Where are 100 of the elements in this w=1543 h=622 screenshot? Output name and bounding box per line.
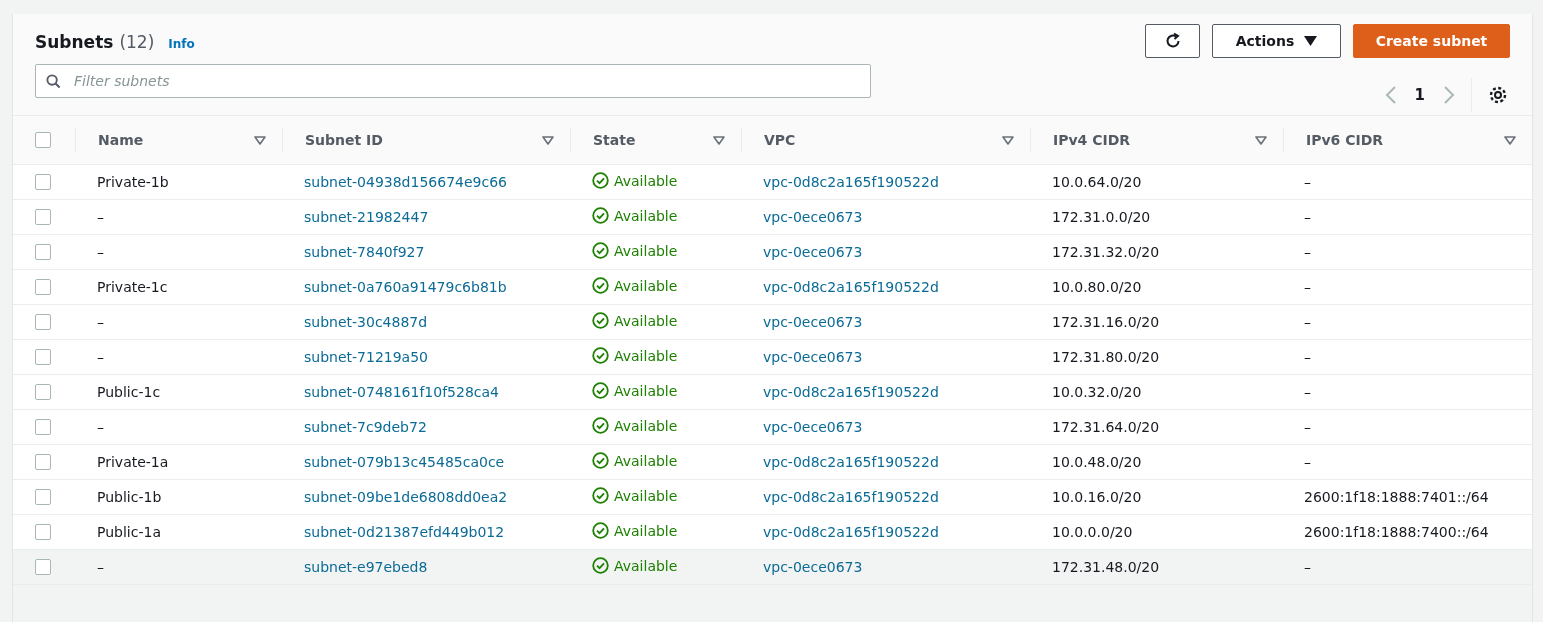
table-cell: Public-1b [97,489,162,505]
next-page-icon[interactable] [1443,86,1455,104]
select-all-checkbox[interactable] [35,132,51,148]
row-checkbox[interactable] [35,454,51,470]
subnet-id-link[interactable]: subnet-30c4887d [304,314,428,330]
vpc-link[interactable]: vpc-0ece0673 [763,244,863,260]
table-cell: – [97,559,104,575]
table-cell: Public-1c [97,384,161,400]
table-cell: 172.31.80.0/20 [1052,349,1160,365]
subnet-id-link[interactable]: subnet-0a760a91479c6b81b [304,279,507,295]
status-text: Available [614,522,678,539]
subnet-id-link[interactable]: subnet-21982447 [304,209,429,225]
sort-icon[interactable] [1255,135,1267,145]
table-cell: – [1304,349,1311,365]
table-cell: – [97,349,104,365]
actions-button[interactable]: Actions [1212,24,1341,58]
status-text: Available [614,557,678,574]
previous-page-icon[interactable] [1384,86,1397,104]
search-field[interactable]: Filter subnets [35,64,871,98]
table-cell: 10.0.16.0/20 [1052,489,1142,505]
subnet-id-link[interactable]: subnet-04938d156674e9c66 [304,174,507,190]
subnet-id-link[interactable]: subnet-e97ebed8 [304,559,428,575]
subnet-id-link[interactable]: subnet-079b13c45485ca0ce [304,454,505,470]
table-cell: Private-1c [97,279,168,295]
sort-icon[interactable] [1002,135,1014,145]
table-cell: 172.31.0.0/20 [1052,209,1151,225]
status-text: Available [614,207,678,224]
subnet-id-link[interactable]: subnet-71219a50 [304,349,428,365]
table-cell: – [1304,559,1311,575]
table-cell: 172.31.64.0/20 [1052,419,1160,435]
table-cell: Private-1b [97,174,169,190]
vpc-link[interactable]: vpc-0ece0673 [763,314,863,330]
table-cell: – [97,209,104,225]
row-checkbox[interactable] [35,209,51,225]
row-checkbox[interactable] [35,559,51,575]
subnet-id-link[interactable]: subnet-7840f927 [304,244,425,260]
status-text: Available [614,452,678,469]
status-text: Available [614,487,678,504]
vpc-link[interactable]: vpc-0ece0673 [763,209,863,225]
row-checkbox[interactable] [35,349,51,365]
status-text: Available [614,382,678,399]
sort-icon[interactable] [1504,135,1516,145]
status-text: Available [614,242,678,259]
subnet-id-link[interactable]: subnet-0748161f10f528ca4 [304,384,499,400]
table-cell: – [1304,314,1311,330]
row-checkbox[interactable] [35,384,51,400]
refresh-button[interactable] [1145,24,1200,58]
table-cell: – [1304,454,1311,470]
table-cell: – [1304,174,1311,190]
vpc-link[interactable]: vpc-0ece0673 [763,349,863,365]
table-cell: 172.31.48.0/20 [1052,559,1160,575]
table-cell: 10.0.64.0/20 [1052,174,1142,190]
table-cell: – [1304,209,1311,225]
vpc-link[interactable]: vpc-0d8c2a165f190522d [763,279,939,295]
subnet-id-link[interactable]: subnet-7c9deb72 [304,419,427,435]
table-cell: – [97,244,104,260]
status-text: Available [614,312,678,329]
vpc-link[interactable]: vpc-0ece0673 [763,559,863,575]
column-header[interactable]: State [593,132,636,148]
status-text: Available [614,277,678,294]
info-link[interactable]: Info [168,37,195,51]
table-cell: 172.31.32.0/20 [1052,244,1160,260]
row-checkbox[interactable] [35,279,51,295]
table-cell: 10.0.48.0/20 [1052,454,1142,470]
column-header[interactable]: Subnet ID [305,132,383,148]
column-header[interactable]: IPv6 CIDR [1306,132,1384,148]
row-checkbox[interactable] [35,489,51,505]
row-checkbox[interactable] [35,244,51,260]
item-count: (12) [119,32,155,52]
sort-icon[interactable] [542,135,554,145]
subnet-id-link[interactable]: subnet-0d21387efd449b012 [304,524,505,540]
table-cell: Private-1a [97,454,169,470]
page-number[interactable]: 1 [1414,86,1425,104]
subnet-id-link[interactable]: subnet-09be1de6808dd0ea2 [304,489,508,505]
settings-icon[interactable] [1488,85,1508,105]
vpc-link[interactable]: vpc-0d8c2a165f190522d [763,524,939,540]
table-cell: – [1304,384,1311,400]
row-checkbox[interactable] [35,174,51,190]
vpc-link[interactable]: vpc-0d8c2a165f190522d [763,384,939,400]
row-checkbox[interactable] [35,419,51,435]
table-cell: 10.0.0.0/20 [1052,524,1133,540]
sort-icon[interactable] [713,135,725,145]
sort-icon[interactable] [254,135,266,145]
column-header[interactable]: VPC [764,132,796,148]
create-subnet-button[interactable]: Create subnet [1353,24,1510,58]
vpc-link[interactable]: vpc-0d8c2a165f190522d [763,174,939,190]
table-cell: 2600:1f18:1888:7400::/64 [1304,524,1489,540]
vpc-link[interactable]: vpc-0d8c2a165f190522d [763,454,939,470]
vpc-link[interactable]: vpc-0d8c2a165f190522d [763,489,939,505]
table-cell: 2600:1f18:1888:7401::/64 [1304,489,1489,505]
column-header[interactable]: Name [98,132,144,148]
table-cell: Public-1a [97,524,161,540]
table-cell: – [97,419,104,435]
table-cell: – [1304,244,1311,260]
table-cell: – [97,314,104,330]
vpc-link[interactable]: vpc-0ece0673 [763,419,863,435]
column-header[interactable]: IPv4 CIDR [1053,132,1131,148]
table-cell: – [1304,279,1311,295]
row-checkbox[interactable] [35,524,51,540]
row-checkbox[interactable] [35,314,51,330]
